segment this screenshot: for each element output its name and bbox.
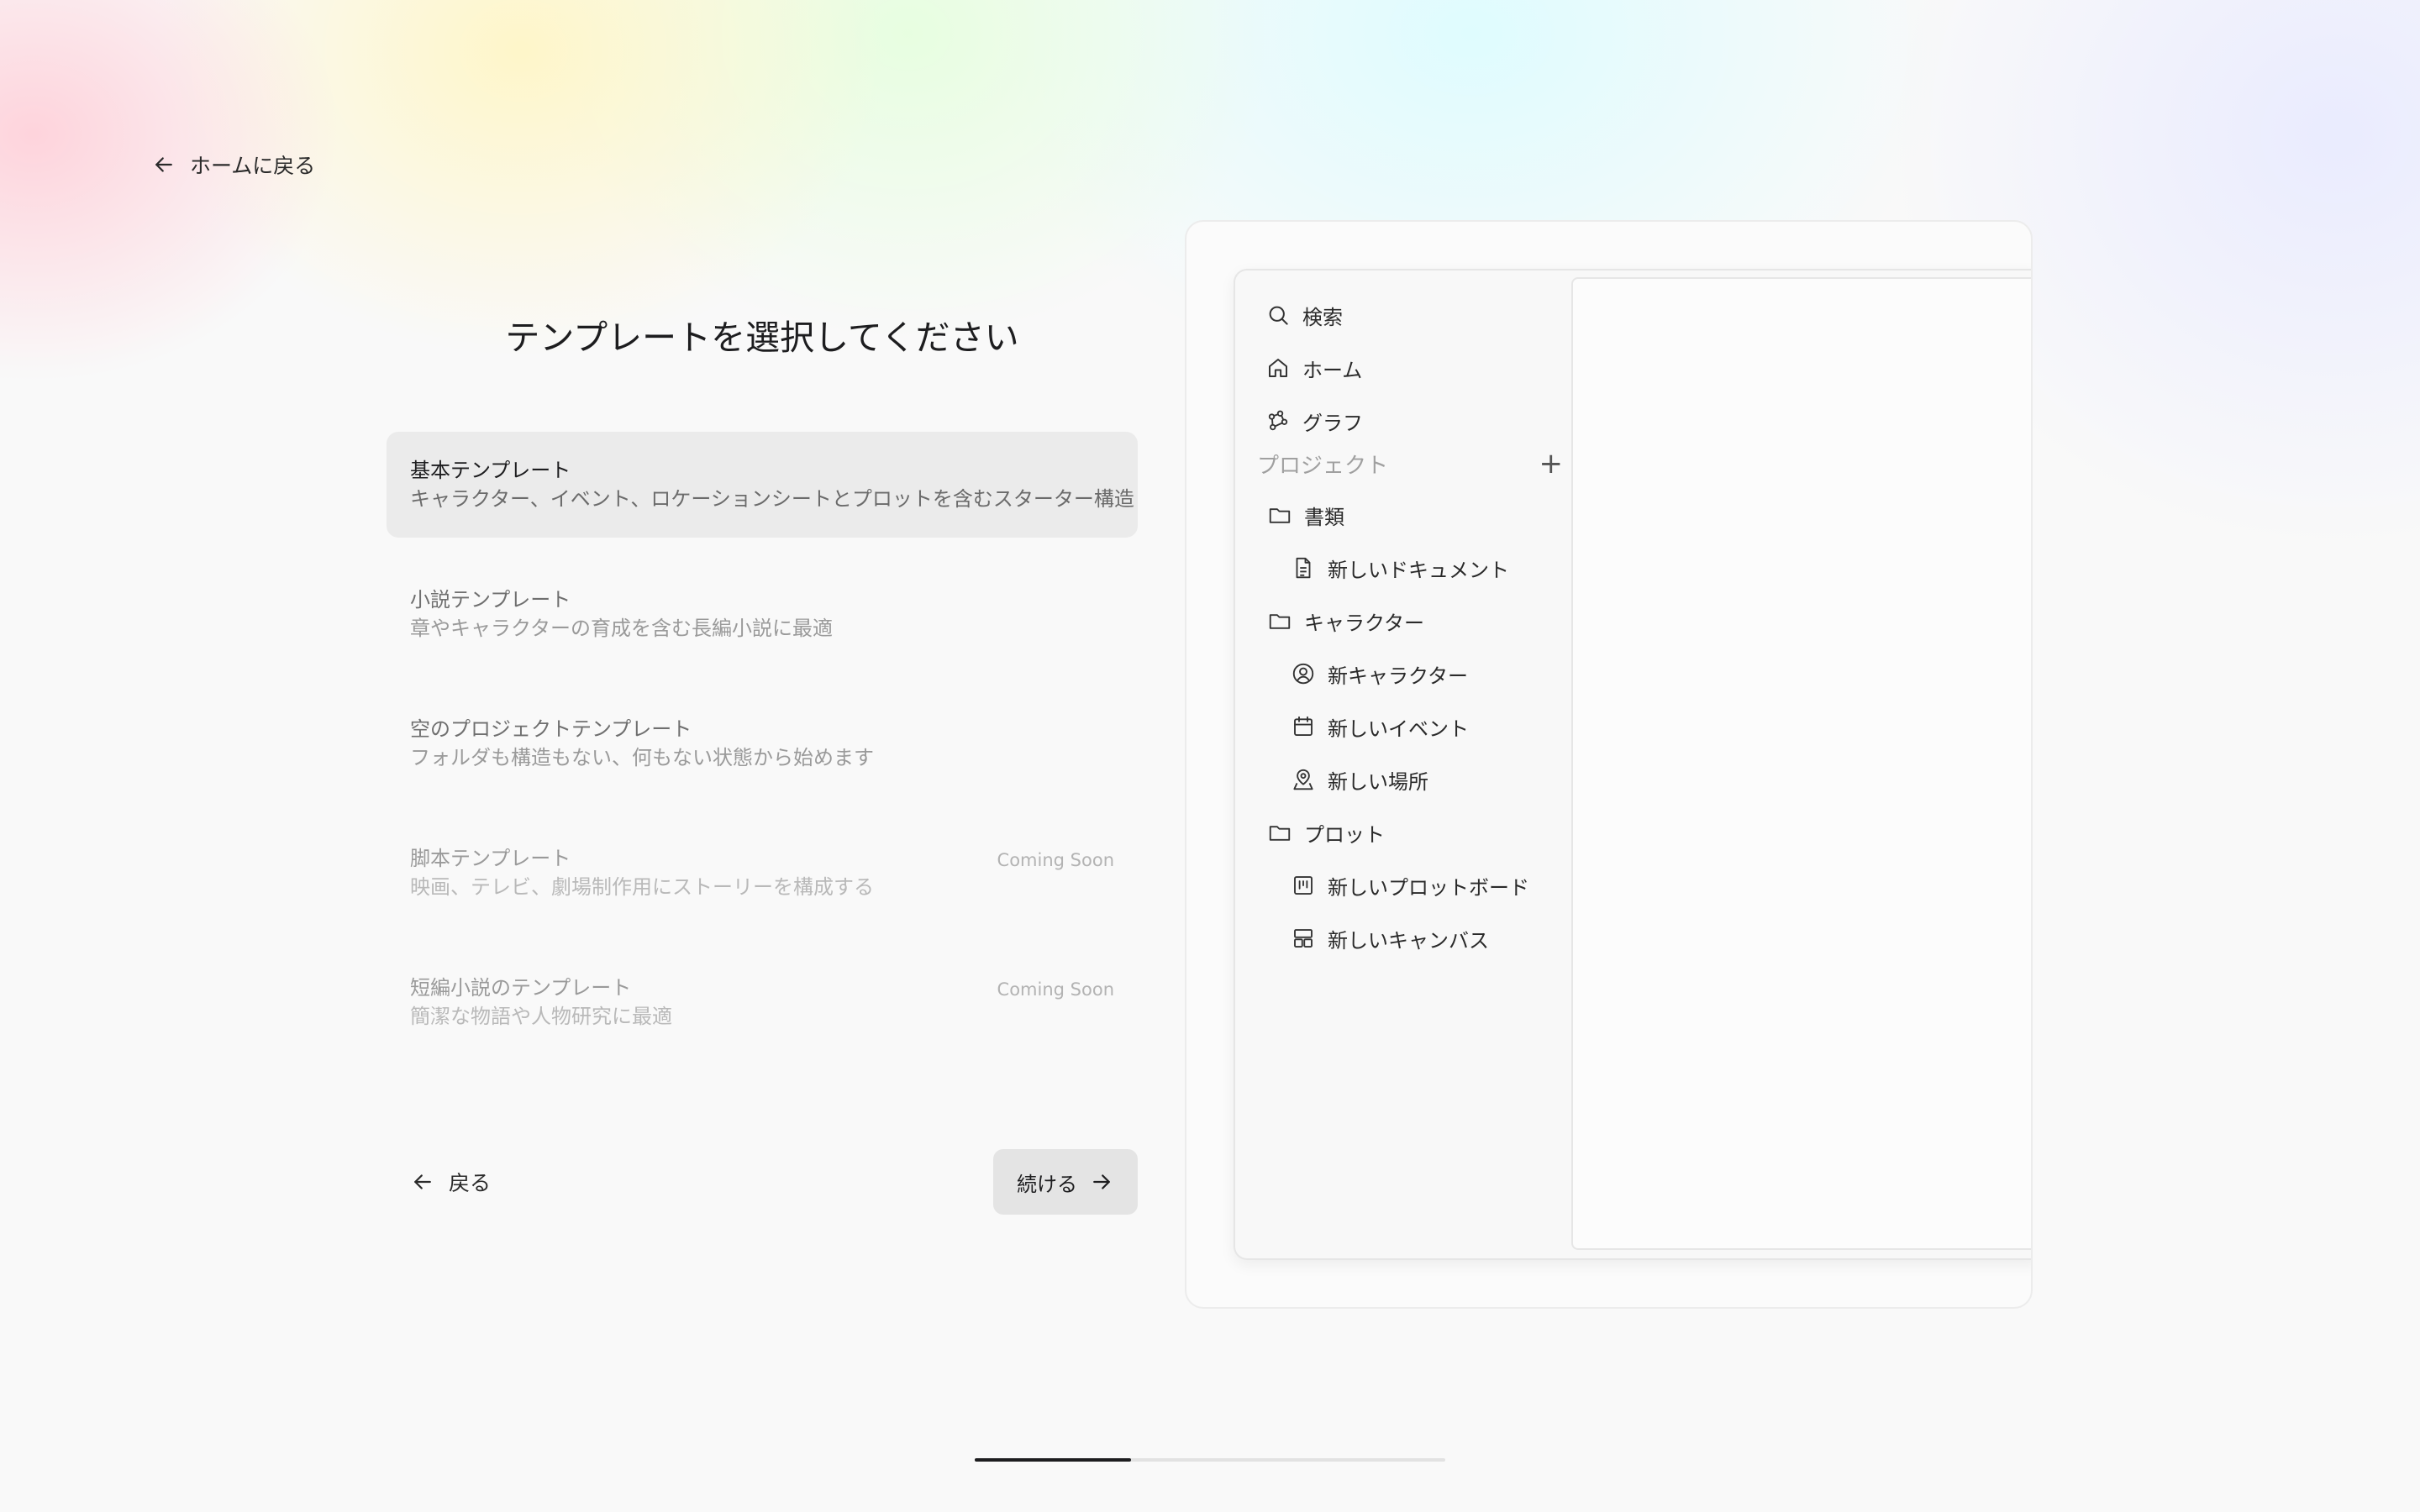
folder-icon (1269, 614, 1291, 629)
tree-item: 新キャラクター (1291, 657, 1468, 690)
template-preview: 検索 ホーム グラフ プロジェクト + 書類 新しいドキュメント キャラクター (1185, 220, 2033, 1309)
projects-section-header: プロジェクト + (1257, 447, 1563, 480)
template-option-empty-project[interactable]: 空のプロジェクトテンプレート フォルダも構造もない、何もない状態から始めます (387, 690, 1138, 796)
sidebar-item-search: 検索 (1265, 298, 1343, 332)
back-button[interactable]: 戻る (410, 1163, 491, 1200)
tree-item: 新しい場所 (1291, 763, 1428, 796)
template-title: 基本テンプレート (410, 459, 571, 482)
calendar-icon (1294, 716, 1313, 736)
preview-content-pane (1571, 277, 2031, 1250)
tree-item: 書類 (1267, 498, 1344, 532)
page-title: テンプレートを選択してください (505, 318, 1019, 358)
tree-item-label: 新しい場所 (1328, 769, 1428, 794)
home-icon (1269, 359, 1287, 377)
template-title: 空のプロジェクトテンプレート (410, 717, 692, 741)
coming-soon-badge: Coming Soon (997, 850, 1114, 870)
tree-item-label: 書類 (1304, 505, 1344, 529)
tree-item: 新しいイベント (1291, 710, 1469, 743)
sidebar-item-label: グラフ (1302, 411, 1363, 435)
continue-button-label: 続ける (1017, 1172, 1077, 1196)
map-pin-icon (1293, 769, 1313, 790)
tree-item: 新しいドキュメント (1291, 551, 1509, 585)
template-description: 章やキャラクターの育成を含む長編小説に最適 (410, 617, 834, 640)
tree-item: 新しいキャンバス (1291, 921, 1489, 955)
tree-item-label: 新しいキャンバス (1328, 928, 1489, 953)
arrow-left-icon (155, 157, 172, 172)
template-list: 基本テンプレート キャラクター、イベント、ロケーションシートとプロットを含むスタ… (387, 432, 1138, 1079)
layout-icon (1294, 929, 1313, 948)
preview-app-window: 検索 ホーム グラフ プロジェクト + 書類 新しいドキュメント キャラクター (1234, 269, 2031, 1260)
continue-button[interactable]: 続ける (993, 1149, 1138, 1215)
tree-item: キャラクター (1267, 604, 1424, 638)
tree-item: プロット (1267, 816, 1385, 849)
kanban-icon (1294, 876, 1313, 895)
tree-item-label: 新しいプロットボード (1328, 875, 1529, 900)
template-description: キャラクター、イベント、ロケーションシートとプロットを含むスターター構造 (410, 487, 1134, 511)
template-option-novel[interactable]: 小説テンプレート 章やキャラクターの育成を含む長編小説に最適 (387, 561, 1138, 667)
back-button-label: 戻る (449, 1171, 492, 1195)
sidebar-item-home: ホーム (1265, 351, 1362, 385)
template-option-screenplay: 脚本テンプレート 映画、テレビ、劇場制作用にストーリーを構成する Coming … (387, 820, 1138, 926)
tree-item-label: 新しいイベント (1328, 717, 1469, 741)
add-project-icon: + (1539, 447, 1564, 480)
template-description: 映画、テレビ、劇場制作用にストーリーを構成する (410, 875, 874, 899)
onboarding-progress-bar (975, 1458, 1445, 1462)
projects-header-label: プロジェクト (1257, 453, 1389, 479)
sidebar-item-label: 検索 (1302, 305, 1343, 329)
progress-fill (975, 1458, 1132, 1462)
back-to-home-label: ホームに戻る (190, 154, 316, 178)
tree-item: 新しいプロットボード (1291, 869, 1529, 902)
tree-item-label: 新キャラクター (1328, 664, 1469, 688)
back-to-home-link[interactable]: ホームに戻る (151, 146, 315, 183)
arrow-left-icon (414, 1174, 431, 1189)
template-option-basic[interactable]: 基本テンプレート キャラクター、イベント、ロケーションシートとプロットを含むスタ… (387, 432, 1138, 538)
template-description: 簡潔な物語や人物研究に最適 (410, 1005, 672, 1028)
tree-item-label: 新しいドキュメント (1328, 558, 1509, 582)
tree-item-label: キャラクター (1304, 611, 1425, 635)
sidebar-item-label: ホーム (1302, 358, 1363, 382)
arrow-right-icon (1093, 1174, 1110, 1189)
tree-item-label: プロット (1304, 822, 1385, 847)
sidebar-item-graph: グラフ (1265, 404, 1363, 438)
search-icon (1269, 306, 1288, 325)
folder-icon (1269, 508, 1291, 523)
user-circle-icon (1292, 663, 1314, 685)
template-title: 小説テンプレート (410, 588, 571, 612)
coming-soon-badge: Coming Soon (997, 979, 1114, 1000)
folder-icon (1269, 826, 1291, 841)
graph-icon (1268, 410, 1288, 431)
document-icon (1296, 557, 1311, 579)
template-option-short-story: 短編小説のテンプレート 簡潔な物語や人物研究に最適 Coming Soon (387, 949, 1138, 1055)
template-description: フォルダも構造もない、何もない状態から始めます (410, 746, 874, 769)
